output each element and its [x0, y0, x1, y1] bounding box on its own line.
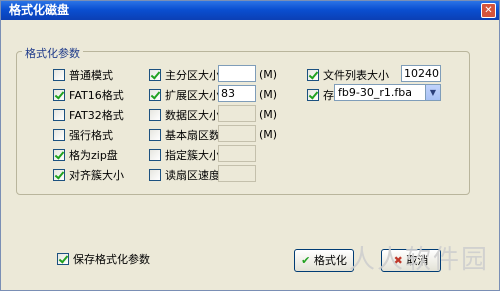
base-sector-unit: (M) — [259, 128, 278, 141]
checkbox-box — [57, 253, 69, 265]
primary-partition-checkbox[interactable]: 主分区大小 — [149, 67, 220, 83]
group-title: 格式化参数 — [22, 45, 83, 61]
archive-file-value: fb9-30_r1.fba — [338, 86, 412, 99]
checkbox-label: 主分区大小 — [165, 69, 220, 82]
read-speed-input[interactable] — [218, 165, 256, 182]
checkbox-label: 对齐簇大小 — [69, 169, 124, 182]
checkbox-box — [149, 109, 161, 121]
save-params-checkbox[interactable]: 保存格式化参数 — [57, 251, 150, 267]
checkbox-box — [149, 129, 161, 141]
base-sector-checkbox[interactable]: 基本扇区数 — [149, 127, 220, 143]
checkbox-box — [53, 129, 65, 141]
align-cluster-checkbox[interactable]: 对齐簇大小 — [53, 167, 124, 183]
primary-partition-input[interactable] — [218, 65, 256, 82]
checkbox-box — [307, 89, 319, 101]
checkbox-box — [149, 69, 161, 81]
checkbox-box — [53, 109, 65, 121]
fat32-checkbox[interactable]: FAT32格式 — [53, 107, 124, 123]
data-area-input[interactable] — [218, 105, 256, 122]
checkbox-label: 基本扇区数 — [165, 129, 220, 142]
title-bar: 格式化磁盘 ✕ — [1, 1, 499, 20]
extended-partition-input[interactable]: 83 — [218, 85, 256, 102]
checkbox-label: FAT16格式 — [69, 89, 124, 102]
extended-partition-checkbox[interactable]: 扩展区大小 — [149, 87, 220, 103]
checkbox-label: 普通模式 — [69, 69, 113, 82]
checkbox-label: 保存格式化参数 — [73, 253, 150, 266]
check-icon: ✔ — [301, 254, 311, 267]
read-speed-checkbox[interactable]: 读扇区速度 — [149, 167, 220, 183]
checkbox-box — [149, 169, 161, 181]
watermark: 人人软件园 — [348, 245, 489, 275]
checkbox-label: FAT32格式 — [69, 109, 124, 122]
checkbox-label: 指定簇大小 — [165, 149, 220, 162]
checkbox-label: 格为zip盘 — [69, 149, 118, 162]
checkbox-label: 读扇区速度 — [165, 169, 220, 182]
cluster-size-input[interactable] — [218, 145, 256, 162]
checkbox-box — [53, 89, 65, 101]
checkbox-label: 数据区大小 — [165, 109, 220, 122]
close-button[interactable]: ✕ — [481, 3, 496, 18]
zip-disk-checkbox[interactable]: 格为zip盘 — [53, 147, 118, 163]
checkbox-label: 强行格式 — [69, 129, 113, 142]
checkbox-label: 文件列表大小 — [323, 69, 389, 82]
checkbox-label: 扩展区大小 — [165, 89, 220, 102]
fat16-checkbox[interactable]: FAT16格式 — [53, 87, 124, 103]
window-title: 格式化磁盘 — [9, 3, 70, 17]
force-format-checkbox[interactable]: 强行格式 — [53, 127, 113, 143]
format-button-label: 格式化 — [313, 254, 347, 267]
checkbox-box — [53, 149, 65, 161]
archive-file-select[interactable]: fb9-30_r1.fba ▼ — [334, 84, 441, 101]
checkbox-box — [149, 89, 161, 101]
file-list-size-input[interactable]: 10240 — [401, 65, 441, 82]
chevron-down-icon[interactable]: ▼ — [425, 85, 440, 100]
extended-partition-unit: (M) — [259, 88, 278, 101]
checkbox-box — [307, 69, 319, 81]
file-list-size-checkbox[interactable]: 文件列表大小 — [307, 67, 389, 83]
primary-partition-unit: (M) — [259, 68, 278, 81]
data-area-checkbox[interactable]: 数据区大小 — [149, 107, 220, 123]
checkbox-box — [53, 69, 65, 81]
normal-mode-checkbox[interactable]: 普通模式 — [53, 67, 113, 83]
base-sector-input[interactable] — [218, 125, 256, 142]
checkbox-box — [149, 149, 161, 161]
data-area-unit: (M) — [259, 108, 278, 121]
cluster-size-checkbox[interactable]: 指定簇大小 — [149, 147, 220, 163]
format-disk-dialog: 格式化磁盘 ✕ 格式化参数 普通模式 FAT16格式 FAT32格式 强行格式 … — [0, 0, 500, 291]
format-button[interactable]: ✔ 格式化 — [294, 249, 354, 272]
checkbox-box — [53, 169, 65, 181]
